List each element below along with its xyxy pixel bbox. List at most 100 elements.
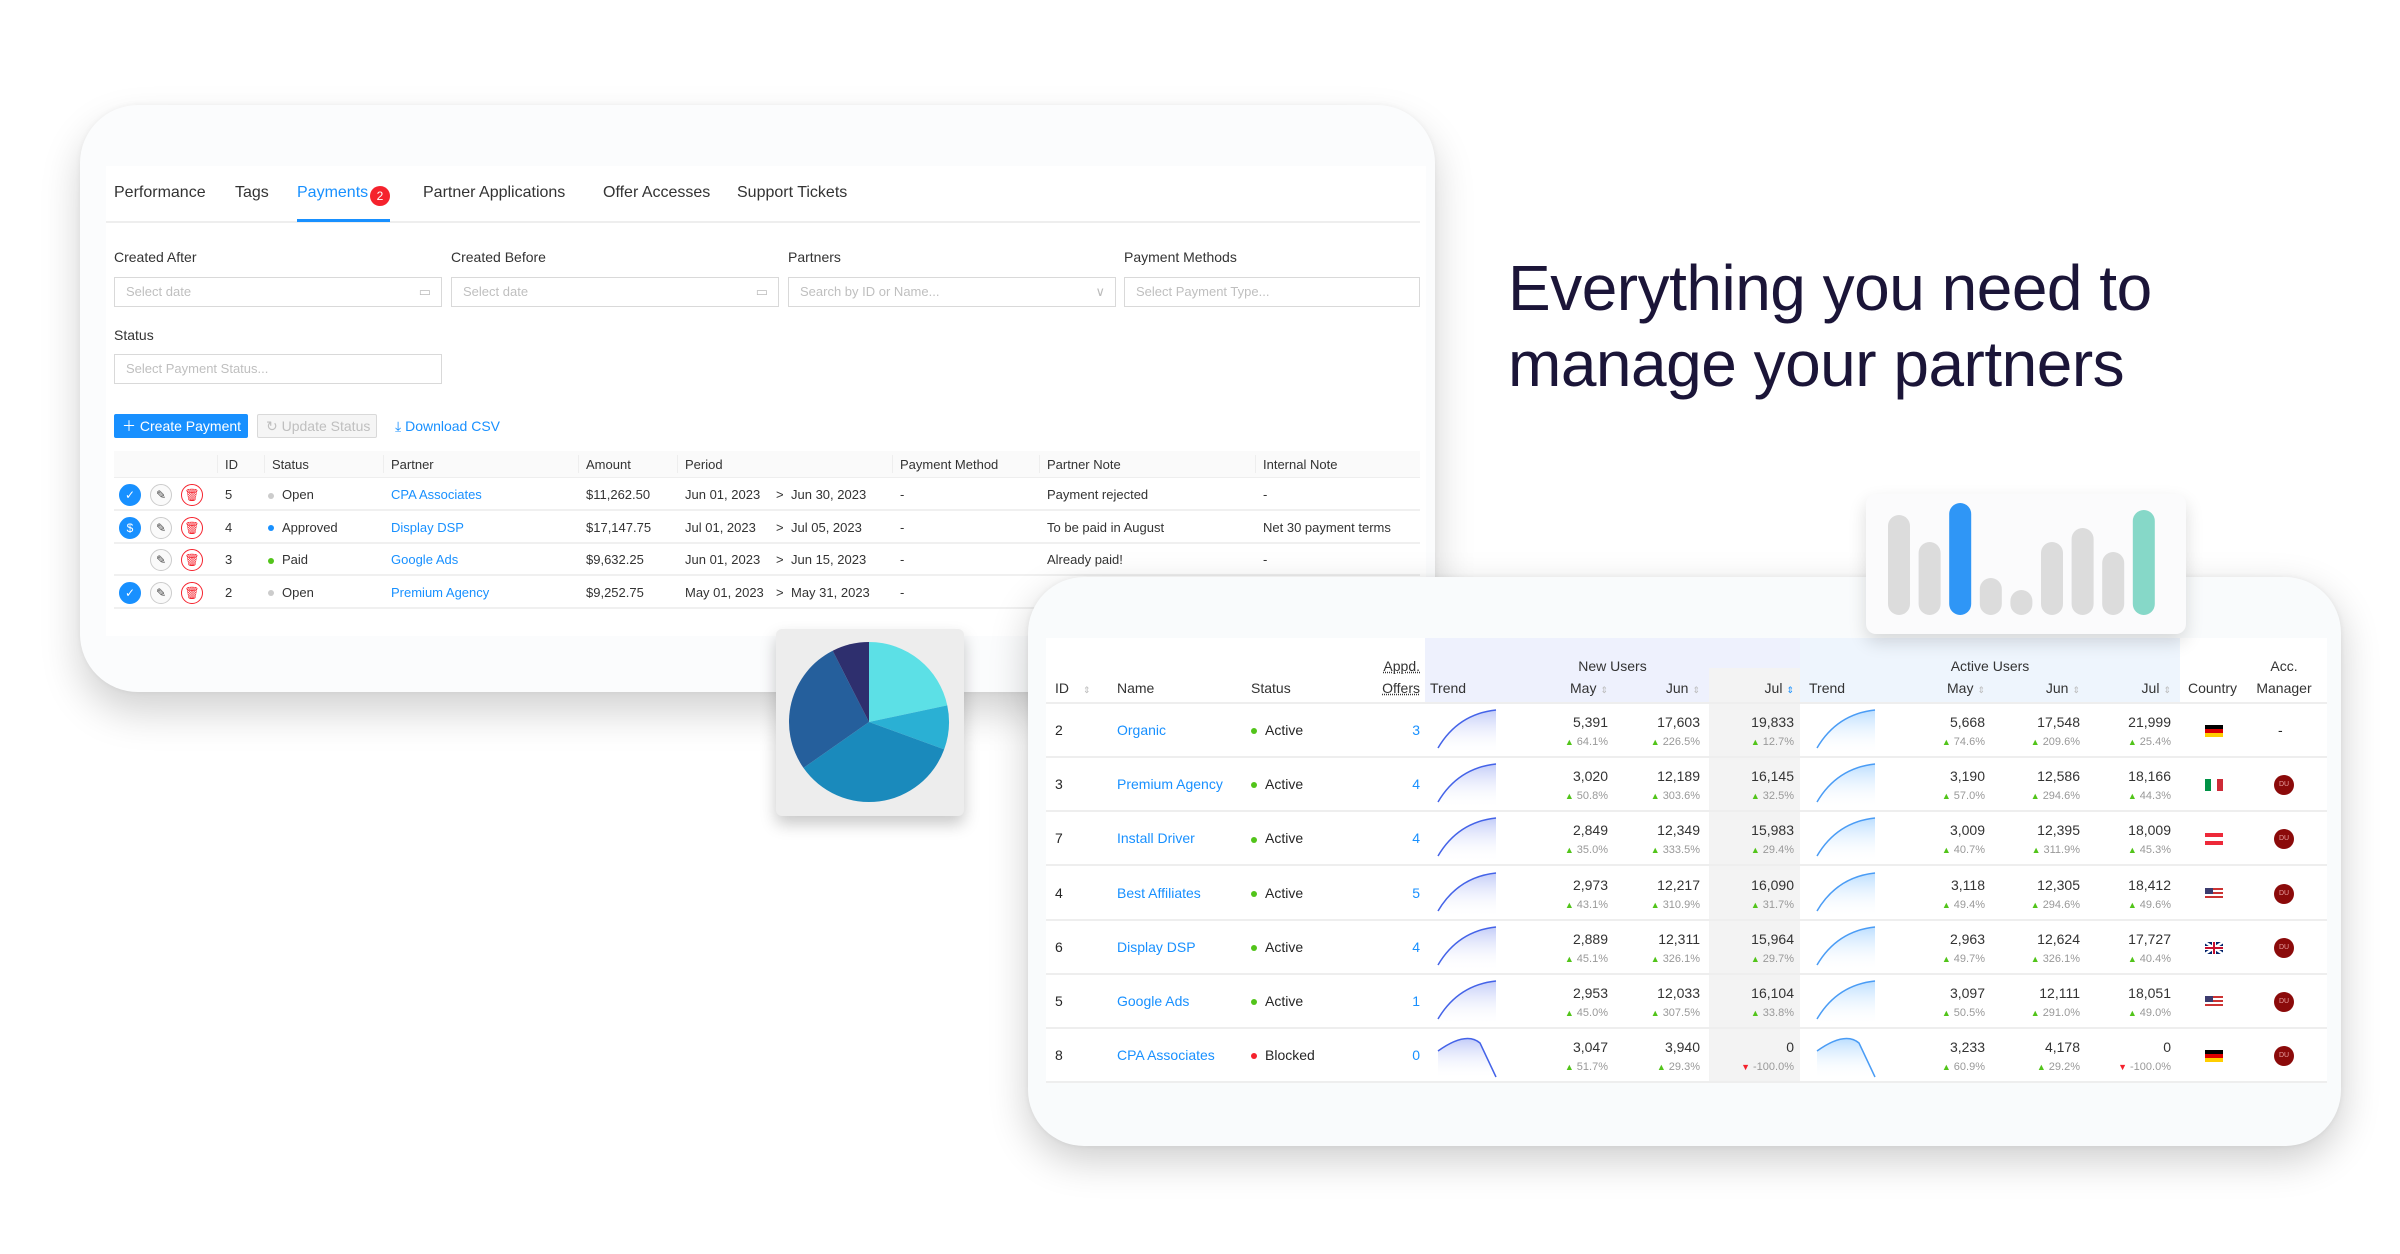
partner-name-link[interactable]: Best Affiliates [1117, 885, 1201, 901]
new-users-value: 16,145 [1751, 768, 1794, 785]
edit-pencil-icon[interactable]: ✎ [150, 581, 172, 604]
partner-name-link[interactable]: Organic [1117, 722, 1166, 738]
approved-offers-link[interactable]: 3 [1356, 722, 1420, 738]
created-before-input[interactable]: Select date ▭ [451, 277, 779, 307]
column-header-amount[interactable]: Amount [586, 457, 631, 472]
column-header-status[interactable]: Status [1251, 680, 1291, 696]
partner-name-link[interactable]: CPA Associates [1117, 1047, 1215, 1063]
new-users-trend-sparkline [1437, 1037, 1497, 1080]
payment-id: 3 [225, 552, 233, 567]
sparkline-area [1438, 710, 1496, 754]
approved-offers-link[interactable]: 4 [1356, 776, 1420, 792]
sort-icon[interactable]: ⇕ [2163, 685, 2171, 695]
table-row[interactable]: 5 Google Ads Active 1 2,953 ▲ 45.0% 12,033 ▲ 307.… [1046, 975, 2327, 1029]
delete-trash-icon[interactable]: 🗑 [181, 581, 203, 604]
tab-payments[interactable]: Payments [297, 184, 368, 202]
partners-select[interactable]: Search by ID or Name... ∨ [788, 277, 1116, 307]
approve-check-icon[interactable]: ✓ [119, 484, 141, 506]
delete-trash-icon[interactable]: 🗑 [181, 484, 203, 506]
sort-icon[interactable]: ⇕ [1692, 685, 1700, 695]
sort-icon[interactable]: ⇕ [1600, 685, 1608, 695]
column-header-offers-line2[interactable]: Offers [1356, 680, 1420, 696]
partner-link[interactable]: CPA Associates [391, 487, 482, 502]
column-header-new-jun[interactable]: Jun ⇕ [1620, 680, 1700, 696]
account-manager-avatar[interactable]: DU [2274, 1046, 2294, 1067]
delete-trash-icon[interactable]: 🗑 [181, 516, 203, 539]
approved-offers-link[interactable]: 4 [1356, 830, 1420, 846]
column-header-active-jun[interactable]: Jun ⇕ [2000, 680, 2080, 696]
table-row[interactable]: 6 Display DSP Active 4 2,889 ▲ 45.1% 12,311 ▲ 326… [1046, 921, 2327, 975]
approved-offers-link[interactable]: 1 [1356, 993, 1420, 1009]
headline: Everything you need to manage your partn… [1508, 250, 2152, 402]
column-header-partner-note[interactable]: Partner Note [1047, 457, 1121, 472]
approved-offers-link[interactable]: 0 [1356, 1047, 1420, 1063]
created-after-input[interactable]: Select date ▭ [114, 277, 442, 307]
table-row[interactable]: 4 Best Affiliates Active 5 2,973 ▲ 43.1% 12,217… [1046, 867, 2327, 921]
column-header-active-may[interactable]: May ⇕ [1905, 680, 1985, 696]
payment-methods-select[interactable]: Select Payment Type... [1124, 277, 1420, 307]
period-start: Jul 01, 2023 [685, 519, 756, 535]
tab-tags[interactable]: Tags [235, 184, 269, 202]
approved-offers-link[interactable]: 4 [1356, 939, 1420, 955]
status-text: Active [1265, 830, 1304, 847]
account-manager-avatar[interactable]: DU [2274, 883, 2294, 904]
edit-pencil-icon[interactable]: ✎ [150, 549, 172, 571]
chevron-down-icon: ∨ [1095, 284, 1105, 299]
column-header-status[interactable]: Status [272, 457, 309, 472]
column-header-payment-method[interactable]: Payment Method [900, 457, 998, 472]
column-header-partner[interactable]: Partner [391, 457, 434, 472]
payments-table-header: ID Status Partner Amount Period Payment Metho… [114, 451, 1420, 478]
tab-partner-applications[interactable]: Partner Applications [423, 184, 565, 202]
partner-link[interactable]: Display DSP [391, 520, 464, 535]
sort-icon[interactable]: ⇕ [1786, 685, 1794, 695]
table-row[interactable]: 8 CPA Associates Blocked 0 3,047 ▲ 51.7% 3,940 ▲… [1046, 1029, 2327, 1084]
change-percent: 32.5% [1762, 790, 1794, 803]
group-header-active-users: Active Users [1950, 658, 2030, 674]
tab-offer-accesses[interactable]: Offer Accesses [603, 184, 710, 202]
change-percent: 45.3% [2139, 844, 2171, 857]
approve-check-icon[interactable]: ✓ [119, 581, 141, 604]
account-manager-avatar[interactable]: DU [2274, 937, 2294, 958]
delete-trash-icon[interactable]: 🗑 [181, 549, 203, 571]
column-header-internal-note[interactable]: Internal Note [1263, 457, 1337, 472]
update-status-button[interactable]: ↻ Update Status [257, 414, 377, 438]
trend-up-icon: ▲ [1941, 1062, 1951, 1073]
status-select[interactable]: Select Payment Status... [114, 354, 442, 384]
account-manager-avatar[interactable]: DU [2274, 775, 2294, 796]
column-header-name[interactable]: Name [1117, 680, 1154, 696]
edit-pencil-icon[interactable]: ✎ [150, 484, 172, 506]
active-users-change: ▲ 291.0% [1990, 1007, 2080, 1019]
column-header-new-may[interactable]: May ⇕ [1528, 680, 1608, 696]
download-csv-label: Download CSV [405, 418, 501, 434]
sort-icon[interactable]: ⇕ [2072, 685, 2080, 695]
column-header-new-jul[interactable]: Jul ⇕ [1714, 680, 1794, 696]
partner-name-link[interactable]: Google Ads [1117, 993, 1189, 1009]
account-manager-avatar[interactable]: DU [2274, 829, 2294, 850]
tab-performance[interactable]: Performance [114, 184, 206, 202]
sort-icon[interactable]: ⇕ [1977, 685, 1985, 695]
column-header-id[interactable]: ID ⇕ [1055, 680, 1091, 696]
column-header-active-jul[interactable]: Jul ⇕ [2091, 680, 2171, 696]
mark-paid-dollar-icon[interactable]: $ [119, 516, 141, 539]
trend-up-icon: ▲ [1564, 1062, 1574, 1073]
new-users-change: ▲ 333.5% [1610, 844, 1700, 856]
column-header-id[interactable]: ID [225, 457, 238, 472]
partner-name-link[interactable]: Install Driver [1117, 830, 1195, 846]
partner-link[interactable]: Google Ads [391, 552, 458, 567]
table-row[interactable]: 2 Organic Active 3 5,391 ▲ 64.1% 17,603 ▲ 226.5% 1… [1046, 704, 2327, 758]
create-payment-button[interactable]: ＋ Create Payment [114, 414, 248, 438]
table-row[interactable]: 7 Install Driver Active 4 2,849 ▲ 35.0% 12,349 ▲… [1046, 812, 2327, 867]
partner-name-link[interactable]: Display DSP [1117, 939, 1196, 955]
tab-support-tickets[interactable]: Support Tickets [737, 184, 847, 202]
table-row[interactable]: 3 Premium Agency Active 4 3,020 ▲ 50.8% 12,189 ▲… [1046, 758, 2327, 813]
approved-offers-link[interactable]: 5 [1356, 885, 1420, 901]
column-header-offers-line1[interactable]: Appd. [1356, 658, 1420, 674]
sort-icon[interactable]: ⇕ [1083, 685, 1091, 695]
partner-name-link[interactable]: Premium Agency [1117, 776, 1223, 792]
download-csv-button[interactable]: ⤓ Download CSV [395, 414, 500, 438]
account-manager-avatar[interactable]: DU [2274, 992, 2294, 1012]
sparkline-area [1438, 818, 1496, 863]
edit-pencil-icon[interactable]: ✎ [150, 516, 172, 539]
partner-link[interactable]: Premium Agency [391, 585, 489, 600]
column-header-period[interactable]: Period [685, 457, 723, 472]
